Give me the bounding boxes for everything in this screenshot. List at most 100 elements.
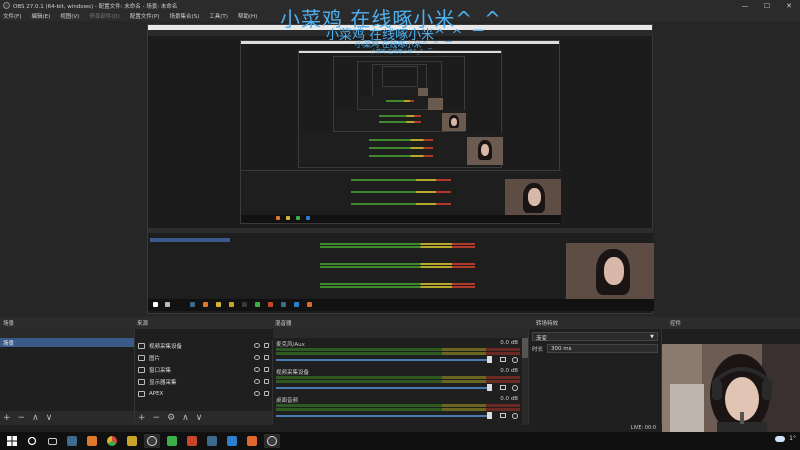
mixer-scrollbar[interactable] <box>522 338 528 425</box>
lock-icon[interactable] <box>264 355 269 360</box>
camera-icon <box>138 343 145 349</box>
visibility-eye-icon[interactable] <box>254 391 260 396</box>
minimize-button[interactable]: — <box>734 0 756 11</box>
source-item[interactable]: APEX <box>135 388 272 400</box>
search-icon[interactable] <box>24 434 40 448</box>
speaker-icon[interactable] <box>500 357 506 362</box>
volume-slider[interactable] <box>276 359 488 361</box>
add-source-button[interactable]: + <box>138 411 146 425</box>
channel-name: 麦克风/Aux <box>276 342 305 348</box>
duration-row: 时长 300 ms <box>532 344 658 353</box>
maximize-button[interactable]: ☐ <box>756 0 778 11</box>
volume-meter <box>276 376 520 379</box>
transitions-dock-title: 转场特效 <box>536 321 559 327</box>
status-bar: LIVE: 00:0 <box>0 425 662 432</box>
lock-icon[interactable] <box>264 379 269 384</box>
app-orange-icon[interactable] <box>84 434 100 448</box>
webcam-overlay <box>662 344 800 436</box>
obs2-icon[interactable] <box>264 434 280 448</box>
visibility-eye-icon[interactable] <box>254 343 260 348</box>
sources-dock-title: 来源 <box>137 321 149 327</box>
lock-icon[interactable] <box>264 367 269 372</box>
move-source-down-button[interactable]: ∨ <box>196 411 203 425</box>
menu-view[interactable]: 视图(V) <box>60 12 79 20</box>
source-item[interactable]: 视频采集设备 <box>135 340 272 352</box>
app-orange2-icon[interactable] <box>244 434 260 448</box>
source-item[interactable]: 图片 <box>135 352 272 364</box>
sources-toolbar: + − ⚙ ∧ ∨ <box>135 411 272 425</box>
remove-scene-button[interactable]: − <box>18 411 26 425</box>
move-scene-down-button[interactable]: ∨ <box>46 411 53 425</box>
mixer-channel: 麦克风/Aux 0.0 dB <box>273 338 528 366</box>
weather-temperature[interactable]: 1° <box>789 435 796 442</box>
app-green-icon[interactable] <box>164 434 180 448</box>
chrome-icon[interactable] <box>104 434 120 448</box>
menu-file[interactable]: 文件(F) <box>3 12 21 20</box>
volume-slider-handle[interactable] <box>487 384 492 391</box>
app-yellow-icon[interactable] <box>124 434 140 448</box>
add-scene-button[interactable]: + <box>3 411 11 425</box>
steam2-icon[interactable] <box>204 434 220 448</box>
gear-icon[interactable] <box>512 385 518 391</box>
live-timer: LIVE: 00:0 <box>630 425 656 431</box>
gear-icon[interactable] <box>512 413 518 419</box>
speaker-icon[interactable] <box>500 385 506 390</box>
weather-cloud-icon[interactable] <box>775 435 786 442</box>
menu-help[interactable]: 帮助(H) <box>238 12 257 20</box>
steam-icon[interactable] <box>64 434 80 448</box>
source-item[interactable]: 窗口采集 <box>135 364 272 376</box>
game-icon <box>138 391 145 397</box>
system-tray: 1° <box>775 435 796 442</box>
channel-db: 0.0 dB <box>500 340 518 346</box>
close-button[interactable]: ✕ <box>778 0 800 11</box>
volume-slider[interactable] <box>276 387 488 389</box>
scenes-toolbar: + − ∧ ∨ <box>0 411 134 425</box>
source-properties-gear-icon[interactable]: ⚙ <box>167 411 175 425</box>
volume-slider-handle[interactable] <box>487 356 492 363</box>
remove-source-button[interactable]: − <box>153 411 161 425</box>
lock-icon[interactable] <box>264 343 269 348</box>
duration-field[interactable]: 300 ms <box>547 344 658 353</box>
move-scene-up-button[interactable]: ∧ <box>32 411 39 425</box>
volume-slider[interactable] <box>276 415 488 417</box>
duration-label: 时长 <box>532 346 544 353</box>
menu-scene-collection[interactable]: 场景集合(S) <box>169 12 199 20</box>
menu-tools[interactable]: 工具(T) <box>209 12 228 20</box>
menu-docks[interactable]: 停靠部件(D) <box>89 12 120 20</box>
start-icon[interactable] <box>4 434 20 448</box>
volume-meter <box>276 404 520 407</box>
scene-item[interactable]: 场景 <box>0 338 134 347</box>
volume-meter <box>276 348 520 351</box>
scrollbar-thumb[interactable] <box>522 338 528 358</box>
scenes-dock: 场景 + − ∧ ∨ <box>0 329 135 425</box>
mixer-header <box>273 329 528 338</box>
visibility-eye-icon[interactable] <box>254 367 260 372</box>
visibility-eye-icon[interactable] <box>254 379 260 384</box>
channel-name: 桌面音频 <box>276 398 299 404</box>
visibility-eye-icon[interactable] <box>254 355 260 360</box>
scenes-dock-title: 场景 <box>3 321 15 327</box>
preview-canvas[interactable]: 小菜鸡 在线啄小米^_^ 小菜鸡 在线啄小米^_^ 小菜鸡 在线啄小米^_^ <box>0 21 800 317</box>
app-blue-icon[interactable] <box>224 434 240 448</box>
menu-profile[interactable]: 配置文件(P) <box>130 12 160 20</box>
transition-select[interactable]: 渐变 ▼ <box>532 332 658 342</box>
source-item[interactable]: 显示器采集 <box>135 376 272 388</box>
speaker-icon[interactable] <box>500 413 506 418</box>
task-view-icon[interactable] <box>44 434 60 448</box>
move-source-up-button[interactable]: ∧ <box>182 411 189 425</box>
lock-icon[interactable] <box>264 391 269 396</box>
volume-slider-handle[interactable] <box>487 412 492 419</box>
channel-db: 0.0 dB <box>500 396 518 402</box>
window-title: OBS 27.0.1 (64-bit, windows) - 配置文件: 未命名… <box>13 3 178 10</box>
mixer-channel: 桌面音频 0.0 dB <box>273 394 528 422</box>
gear-icon[interactable] <box>512 357 518 363</box>
app-red-icon[interactable] <box>184 434 200 448</box>
menu-edit[interactable]: 编辑(E) <box>31 12 50 20</box>
window-icon <box>138 367 145 373</box>
channel-db: 0.0 dB <box>500 368 518 374</box>
obs-icon[interactable] <box>144 434 160 448</box>
nested-preview-7 <box>382 66 418 87</box>
monitor-icon <box>138 379 145 385</box>
nested-overlay-text-3: 小菜鸡 在线啄小米^_^ <box>371 49 424 55</box>
scenes-list-header <box>0 329 134 338</box>
